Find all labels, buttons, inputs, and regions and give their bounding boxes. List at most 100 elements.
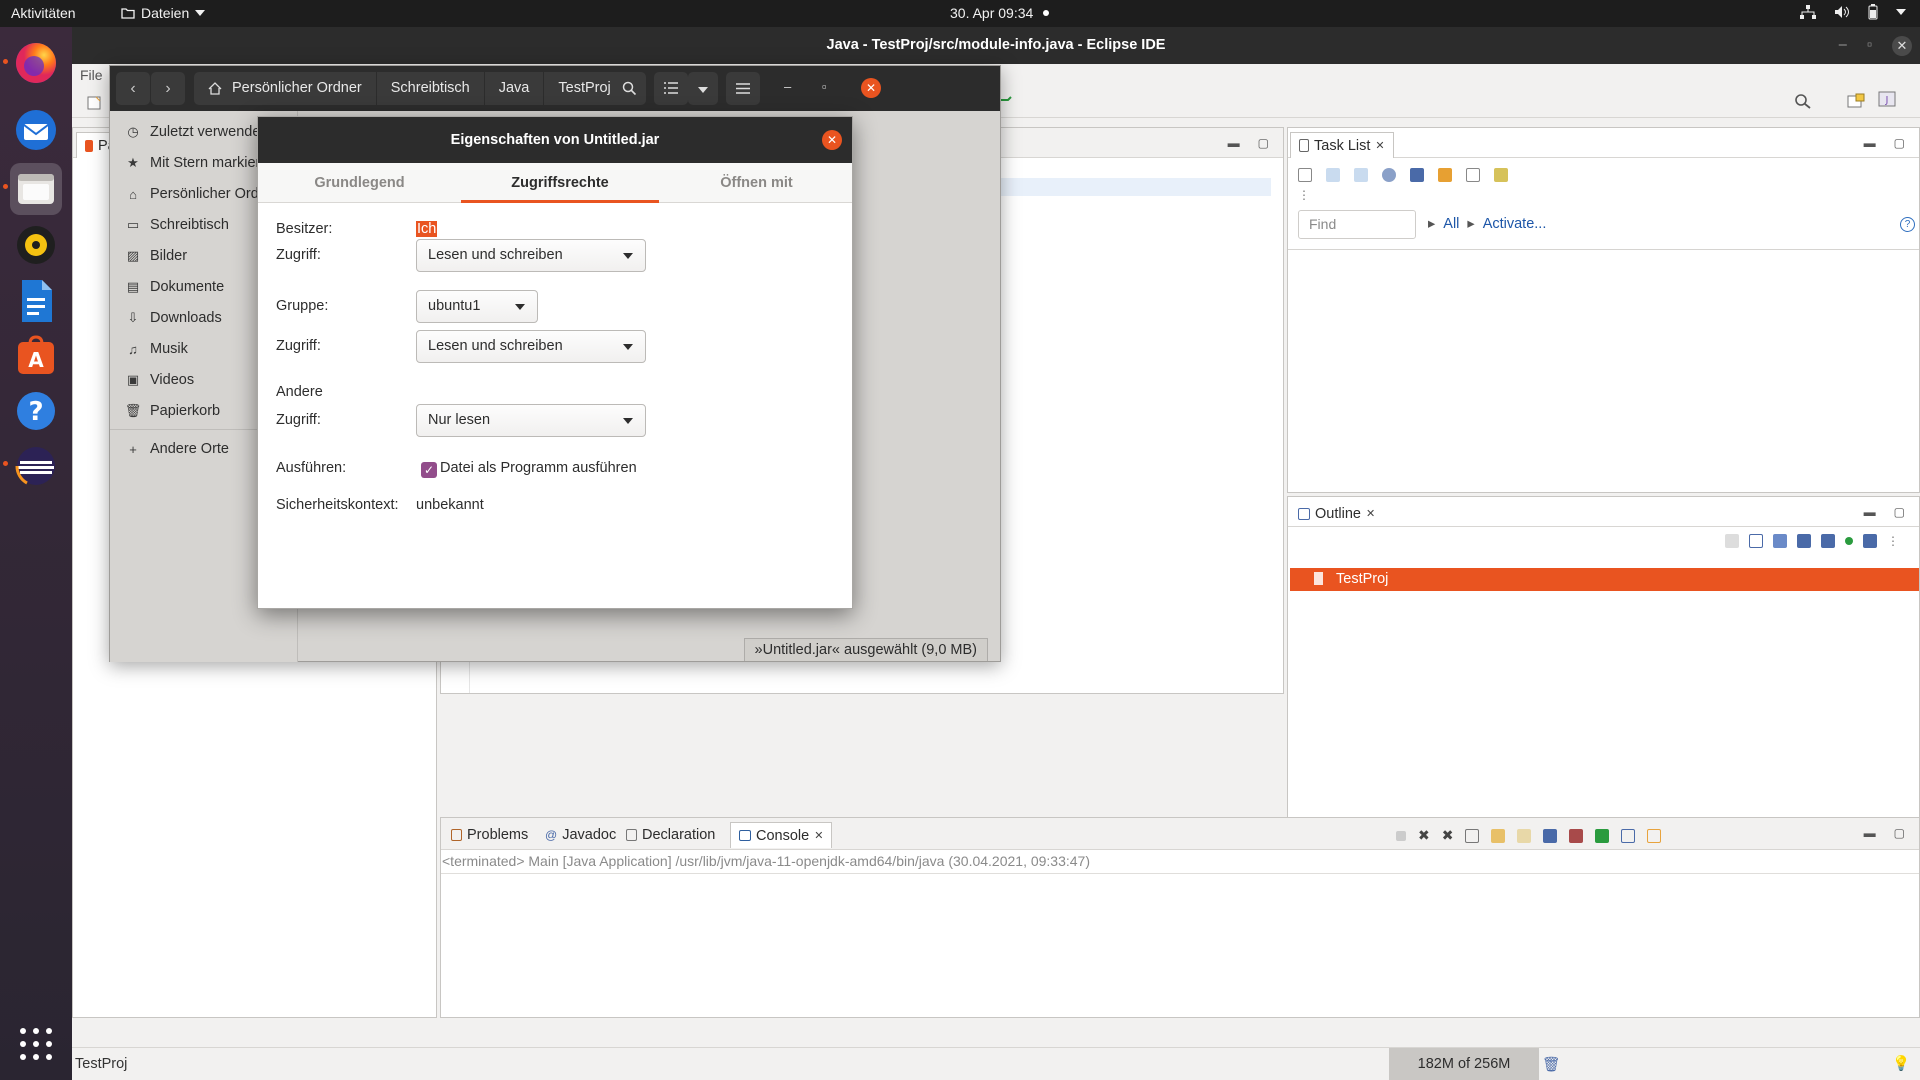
firefox-icon[interactable] (10, 37, 62, 89)
rhythmbox-icon[interactable] (10, 219, 62, 271)
close-icon[interactable]: ✕ (822, 130, 842, 150)
clear-console-icon[interactable] (1465, 828, 1480, 843)
hide-fields-icon[interactable] (1797, 534, 1811, 548)
activate-link[interactable]: Activate... (1483, 216, 1547, 232)
sync-outline-icon[interactable] (1725, 534, 1739, 548)
owner-value[interactable]: Ich (416, 221, 438, 237)
new-icon[interactable] (86, 95, 104, 111)
close-icon[interactable]: ✕ (1892, 35, 1912, 56)
tab-console[interactable]: Console ✕ (730, 822, 833, 848)
collapse-all-icon[interactable] (1749, 534, 1763, 548)
writer-icon[interactable] (10, 275, 62, 327)
all-link[interactable]: All (1443, 216, 1459, 232)
tip-lightbulb-icon[interactable]: 💡 (1892, 1055, 1910, 1072)
breadcrumb-home[interactable]: Persönlicher Ordner (194, 72, 377, 105)
maximize-icon[interactable]: ▫ (1867, 27, 1872, 64)
filter-icon[interactable] (1410, 168, 1424, 182)
menu-file[interactable]: File (80, 67, 103, 83)
pin-console-icon[interactable] (1595, 828, 1610, 843)
search-icon[interactable] (1794, 93, 1812, 109)
java-perspective-icon[interactable]: J (1878, 91, 1896, 107)
close-icon[interactable]: ✕ (861, 78, 881, 98)
collapse-all-icon[interactable] (1466, 168, 1480, 182)
forward-button[interactable]: › (151, 72, 185, 105)
open-console-icon[interactable] (1647, 828, 1662, 843)
outline-item-selected[interactable]: TestProj (1290, 568, 1919, 591)
group-combo[interactable]: ubuntu1 (416, 290, 538, 323)
show-applications-icon[interactable] (20, 1028, 52, 1060)
activities-button[interactable]: Aktivitäten (11, 5, 76, 21)
software-icon[interactable]: A (10, 330, 62, 382)
sidebar-item-other-locations[interactable]: + Andere Orte (126, 439, 229, 459)
list-view-button[interactable] (654, 72, 688, 105)
owner-access-combo[interactable]: Lesen und schreiben (416, 239, 646, 272)
dialog-titlebar[interactable]: Eigenschaften von Untitled.jar ✕ (258, 117, 852, 163)
hide-nonpublic-icon[interactable] (1845, 537, 1853, 545)
others-access-combo[interactable]: Nur lesen (416, 404, 646, 437)
show-stdout-icon[interactable] (1543, 828, 1558, 843)
close-tab-icon[interactable]: ✕ (1366, 502, 1375, 526)
scroll-lock-icon[interactable] (1491, 828, 1506, 843)
group-access-combo[interactable]: Lesen und schreiben (416, 330, 646, 363)
sidebar-item-pictures[interactable]: ▨ Bilder (126, 246, 187, 266)
sync-icon[interactable] (1438, 168, 1452, 182)
minimize-icon[interactable]: ▬ (1864, 136, 1876, 150)
display-console-icon[interactable] (1621, 828, 1636, 843)
back-button[interactable]: ‹ (116, 72, 150, 105)
scheduled-icon[interactable] (1354, 168, 1368, 182)
new-task-icon[interactable] (1298, 168, 1312, 182)
sidebar-item-trash[interactable]: 🗑 Papierkorb (125, 401, 220, 421)
terminate-icon[interactable] (1396, 830, 1406, 841)
hide-local-types-icon[interactable] (1863, 534, 1877, 548)
sidebar-item-videos[interactable]: ▣ Videos (126, 370, 194, 390)
minimize-icon[interactable]: – (784, 79, 791, 94)
maximize-icon[interactable]: ▢ (1894, 136, 1905, 150)
view-menu-icon[interactable]: ⋮ (1887, 534, 1899, 548)
sidebar-item-starred[interactable]: ★ Mit Stern markiert (126, 153, 264, 173)
remove-launch-icon[interactable]: ✖ (1418, 827, 1430, 844)
close-tab-icon[interactable]: ✕ (814, 824, 823, 848)
tab-declaration[interactable]: Declaration (618, 822, 723, 848)
eclipse-titlebar[interactable]: Java - TestProj/src/module-info.java - E… (72, 27, 1920, 64)
tab-basic[interactable]: Grundlegend (258, 163, 461, 203)
execute-checkbox-label[interactable]: Datei als Programm ausführen (440, 460, 637, 476)
minimize-icon[interactable]: ▬ (1864, 505, 1876, 519)
remove-all-icon[interactable]: ✖ (1442, 827, 1454, 844)
system-tray[interactable] (1800, 4, 1906, 20)
files-headerbar[interactable]: ‹ › Persönlicher Ordner Schreibtisch Jav… (110, 66, 1000, 111)
breadcrumb-desktop[interactable]: Schreibtisch (377, 72, 485, 105)
help-icon[interactable]: ? (10, 385, 62, 437)
eclipse-icon[interactable] (10, 440, 62, 492)
main-menu-button[interactable] (726, 72, 760, 105)
maximize-icon[interactable]: ▢ (1894, 826, 1905, 840)
tab-task-list[interactable]: Task List ✕ (1290, 132, 1394, 158)
focus-icon[interactable] (1382, 168, 1396, 182)
sidebar-item-desktop[interactable]: ▭ Schreibtisch (126, 215, 229, 235)
gc-trash-icon[interactable]: 🗑 (1542, 1056, 1560, 1073)
categorized-icon[interactable] (1326, 168, 1340, 182)
tab-open-with[interactable]: Öffnen mit (659, 163, 854, 203)
breadcrumb-java[interactable]: Java (485, 72, 545, 105)
find-input[interactable]: Find (1298, 210, 1416, 239)
sidebar-item-recent[interactable]: ◷ Zuletzt verwendet (126, 122, 264, 142)
thunderbird-icon[interactable] (10, 104, 62, 156)
app-menu[interactable]: Dateien (121, 5, 206, 21)
tab-problems[interactable]: Problems (443, 822, 536, 848)
search-button[interactable] (612, 72, 646, 105)
hide-static-icon[interactable] (1821, 534, 1835, 548)
files-icon[interactable] (10, 163, 62, 215)
sidebar-item-downloads[interactable]: ⇩ Downloads (126, 308, 222, 328)
sort-icon[interactable] (1773, 534, 1787, 548)
maximize-icon[interactable]: ▢ (1258, 136, 1269, 150)
heap-status[interactable]: 182M of 256M (1389, 1048, 1539, 1080)
clock[interactable]: 30. Apr 09:34 (950, 5, 1050, 21)
view-options-button[interactable] (688, 72, 718, 105)
minimize-icon[interactable]: – (1839, 27, 1847, 64)
open-perspective-icon[interactable] (1847, 93, 1865, 109)
repository-icon[interactable] (1494, 168, 1508, 182)
sidebar-item-music[interactable]: ♫ Musik (126, 339, 188, 359)
tab-javadoc[interactable]: @ Javadoc (537, 822, 624, 848)
close-tab-icon[interactable]: ✕ (1375, 134, 1384, 158)
minimize-icon[interactable]: ▬ (1228, 136, 1240, 150)
tab-permissions[interactable]: Zugriffsrechte (461, 163, 659, 203)
